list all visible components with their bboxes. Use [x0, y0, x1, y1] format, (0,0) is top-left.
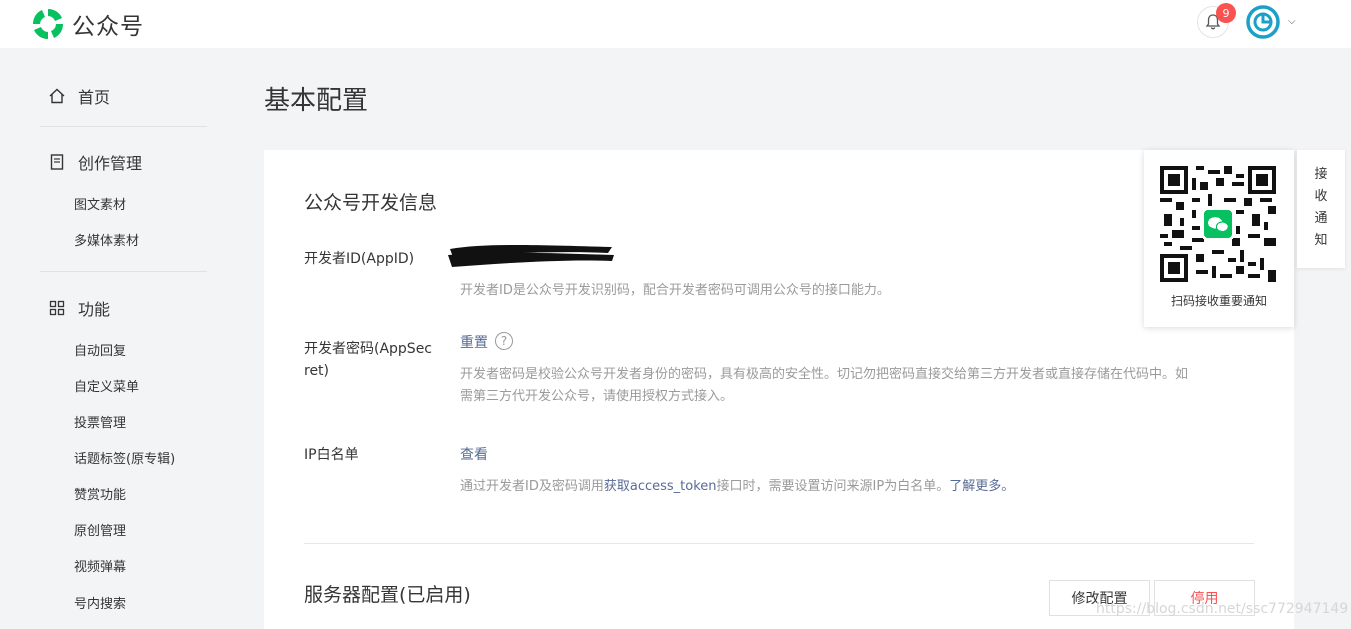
account-dropdown-chevron-icon[interactable]: ⌵: [1288, 16, 1296, 27]
ip-desc-middle: 接口时，需要设置访问来源IP为白名单。: [716, 479, 950, 494]
sidebar-divider: [40, 271, 207, 272]
qr-notify-popup: 扫码接收重要通知: [1144, 150, 1294, 327]
ip-desc-prefix: 通过开发者ID及密码调用: [460, 479, 604, 494]
notify-char: 收: [1314, 189, 1328, 204]
avatar-logo-icon: [1246, 5, 1280, 39]
notify-char: 接: [1314, 167, 1328, 182]
top-bar: 公众号 9 ⌵: [0, 0, 1351, 48]
appid-redacted-value: [448, 245, 614, 267]
view-whitelist-link[interactable]: 查看: [460, 444, 488, 464]
qr-code-icon: [1160, 166, 1276, 282]
sidebar-item-label: 首页: [78, 88, 111, 107]
section-divider: [304, 543, 1254, 544]
appsecret-desc-line: 需第三方代开发公众号，请使用授权方式接入。: [460, 389, 734, 404]
account-avatar[interactable]: [1246, 5, 1280, 39]
sidebar-divider: [40, 126, 207, 127]
sidebar-item-in-account-search[interactable]: 号内搜索: [74, 593, 126, 612]
sidebar-item-vote[interactable]: 投票管理: [74, 412, 126, 431]
grid-icon: [49, 300, 65, 316]
home-icon: [49, 88, 65, 104]
appid-label: 开发者ID(AppID): [304, 251, 415, 267]
appid-description: 开发者ID是公众号开发识别码，配合开发者密码可调用公众号的接口能力。: [460, 283, 890, 298]
reset-secret-link[interactable]: 重置: [460, 332, 488, 352]
sidebar-item-original[interactable]: 原创管理: [74, 520, 126, 539]
document-icon: [50, 154, 64, 170]
server-config-title: 服务器配置(已启用): [304, 584, 471, 606]
ip-whitelist-label: IP白名单: [304, 447, 359, 463]
learn-more-link[interactable]: 了解更多。: [949, 479, 1014, 494]
sidebar-item-video-danmaku[interactable]: 视频弹幕: [74, 556, 126, 575]
notify-char: 知: [1314, 233, 1328, 248]
watermark: https://blog.csdn.net/ssc772947149: [1096, 601, 1349, 617]
sidebar-group-creation[interactable]: 创作管理: [48, 150, 142, 174]
appsecret-label-line: 开发者密码(AppSec: [304, 341, 433, 357]
sidebar-item-reward[interactable]: 赞赏功能: [74, 484, 126, 503]
access-token-link[interactable]: 获取access_token: [604, 479, 717, 494]
receive-notification-tab[interactable]: 接 收 通 知: [1297, 150, 1345, 268]
app-logo[interactable]: 公众号: [30, 6, 144, 42]
notify-tab-label: 接 收 通 知: [1297, 164, 1345, 252]
notify-char: 通: [1314, 211, 1328, 226]
sidebar-item-auto-reply[interactable]: 自动回复: [74, 340, 126, 359]
appsecret-desc-line: 开发者密码是校验公众号开发者身份的密码，具有极高的安全性。切记勿把密码直接交给第…: [460, 367, 1189, 382]
sidebar-item-custom-menu[interactable]: 自定义菜单: [74, 376, 139, 395]
dev-info-title: 公众号开发信息: [304, 192, 438, 214]
ip-whitelist-description: 通过开发者ID及密码调用获取access_token接口时，需要设置访问来源IP…: [460, 476, 1250, 498]
appsecret-label: 开发者密码(AppSec ret): [304, 338, 434, 382]
wechat-official-logo-icon: [32, 8, 64, 40]
appsecret-label-line: ret): [304, 363, 330, 379]
help-icon[interactable]: ?: [495, 332, 513, 350]
sidebar: [0, 48, 230, 629]
sidebar-item-graphic-material[interactable]: 图文素材: [74, 194, 126, 213]
sidebar-item-home[interactable]: 首页: [48, 84, 110, 108]
qr-caption: 扫码接收重要通知: [1170, 294, 1267, 308]
app-name: 公众号: [72, 14, 144, 40]
page-title: 基本配置: [264, 86, 369, 116]
sidebar-item-label: 创作管理: [78, 154, 143, 173]
appsecret-description: 开发者密码是校验公众号开发者身份的密码，具有极高的安全性。切记勿把密码直接交给第…: [460, 364, 1250, 408]
sidebar-group-features[interactable]: 功能: [48, 296, 110, 320]
sidebar-item-media-material[interactable]: 多媒体素材: [74, 230, 139, 249]
sidebar-item-topic-tags[interactable]: 话题标签(原专辑): [74, 448, 175, 467]
sidebar-item-label: 功能: [78, 300, 111, 319]
notification-badge: 9: [1216, 3, 1236, 23]
